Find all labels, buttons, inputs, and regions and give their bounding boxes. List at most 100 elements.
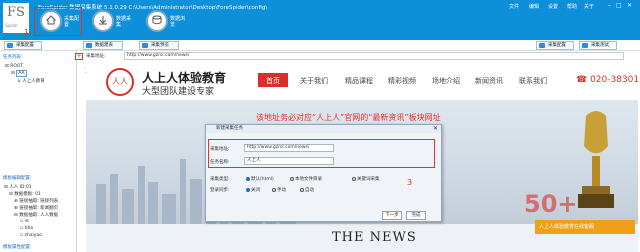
login-off-radio[interactable]: 关闭 (246, 187, 260, 193)
annotation-1: 1 (24, 28, 30, 37)
template-item[interactable]: ⊟ 数据模板: 01 (9, 191, 41, 197)
online-service-toast[interactable]: 人上人体验教育在线客服 (535, 220, 635, 234)
toolbar-preview-label: 采集预览 (151, 43, 169, 48)
template-item[interactable]: ▫ zhaiyao (20, 233, 42, 238)
type-default-radio[interactable]: 默认(html) (246, 176, 274, 182)
nav-venue[interactable]: 场地介绍 (432, 76, 460, 86)
menu-about[interactable]: 关于 (584, 3, 594, 10)
template-item-label: 人人 ID:01 (9, 185, 32, 190)
tree-item-aa[interactable]: ⊟ AA (11, 70, 27, 77)
tree-aa-label: AA (16, 70, 27, 77)
tree-root-label: ROOT (10, 64, 24, 69)
table-icon (86, 43, 92, 48)
radio-dot (300, 187, 304, 192)
radio-dot (290, 176, 294, 181)
menu-file[interactable]: 文件 (509, 3, 519, 10)
nav-contact[interactable]: 联系我们 (519, 76, 547, 86)
task-list-title: 任务列表: (3, 55, 23, 60)
browse-button[interactable] (146, 10, 168, 32)
radio-dot (352, 176, 356, 181)
site-phone: ☎ 020-38301071 (576, 75, 638, 85)
next-button[interactable]: 下一步 (382, 211, 402, 220)
toolbar-test-label: 采集测试 (591, 43, 609, 48)
template-item[interactable]: ⊟ 人人 ID:01 (4, 184, 32, 190)
toolbar: 采集配置 数据建表 采集预览 采集配置 采集测试 (0, 40, 640, 51)
data-icon (152, 15, 162, 25)
template-item[interactable]: ▫ id (20, 219, 29, 224)
title-bar: FS Spider ForeSpider 数据采集系统 5.1.0.29 C:\… (0, 0, 640, 40)
login-manual-label: 手动 (277, 188, 286, 193)
address-label: 采集地址: (86, 54, 106, 59)
browse-label[interactable]: 数据浏览 (170, 16, 186, 28)
config-icon (7, 43, 13, 48)
template-item-label: 数据模板: 01 (14, 192, 41, 197)
address-input[interactable]: http://www.gzrsr.com/news/ (124, 52, 624, 60)
finish-button[interactable]: 完成 (406, 211, 426, 220)
toolbar-config-label: 采集配置 (16, 43, 34, 48)
toolbar-right-config-label: 采集配置 (548, 43, 566, 48)
nav-news[interactable]: 新闻资讯 (475, 76, 503, 86)
minimize-icon[interactable]: – (608, 2, 611, 9)
type-keyword-radio[interactable]: 关键词采集 (352, 176, 380, 182)
template-title: 模板编辑配置: (3, 176, 32, 181)
nav-courses[interactable]: 精品课程 (345, 76, 373, 86)
test-icon (582, 43, 588, 48)
highlight-box-1 (34, 7, 82, 36)
tree-root[interactable]: ⊟ ROOT (5, 64, 23, 69)
close-icon[interactable]: ✕ (627, 2, 632, 9)
collect-label[interactable]: 数据采集 (116, 16, 132, 28)
site-logo: 人人 (106, 68, 134, 96)
template-item-label: 数据抽取: 人人数据 (19, 213, 59, 218)
preview-icon (142, 43, 148, 48)
config-icon (539, 43, 545, 48)
template-item[interactable]: ⊟ 数据抽取: 人人数据 (14, 212, 58, 218)
radio-dot (272, 187, 276, 192)
template-item[interactable]: ▫ title (20, 226, 33, 231)
site-subtitle: 大型团队建设专家 (142, 87, 215, 97)
highlight-box-3 (208, 139, 435, 168)
template-item[interactable]: ⊕ 链接抽取: 链接列表 (14, 198, 58, 204)
maximize-icon[interactable]: □ (616, 2, 622, 9)
dialog-title: 新建采集任务 (206, 125, 441, 133)
site-header: 人人 人上人体验教育 大型团队建设专家 首页 关于我们 精品课程 精彩视频 场地… (86, 62, 638, 100)
tree-item-rsr[interactable]: ↳ 人上人教育 (17, 78, 45, 84)
left-panel: 任务列表: ⊟ ROOT ⊟ AA ↳ 人上人教育 模板编辑配置: ⊟ 人人 I… (0, 51, 77, 252)
toolbar-right-config-button[interactable]: 采集配置 (536, 41, 574, 50)
menu-help[interactable]: 帮助 (567, 3, 577, 10)
toolbar-table-button[interactable]: 数据建表 (83, 41, 123, 50)
type-local-label: 本地文件目录 (295, 177, 322, 182)
template-item-label: zhaiyao (24, 233, 42, 238)
login-auto-radio[interactable]: 自动 (300, 187, 314, 193)
nav-about[interactable]: 关于我们 (300, 76, 328, 86)
menu-settings[interactable]: 设置 (548, 3, 558, 10)
radio-dot (246, 176, 250, 181)
logo-text: FS (7, 5, 25, 20)
type-local-radio[interactable]: 本地文件目录 (290, 176, 322, 182)
logo-subtext: Spider (5, 23, 18, 28)
template-item[interactable]: ⊕ 链接抽取: 新闻翻页 (14, 205, 58, 211)
radio-dot (246, 187, 250, 192)
login-manual-radio[interactable]: 手动 (272, 187, 286, 193)
toolbar-table-label: 数据建表 (95, 43, 113, 48)
add-task-button[interactable]: + (75, 53, 83, 60)
dialog-login-label: 登录同步: (210, 188, 230, 193)
toolbar-config-button[interactable]: 采集配置 (4, 41, 42, 50)
toolbar-preview-button[interactable]: 采集预览 (139, 41, 179, 50)
annotation-3: 3 (407, 178, 413, 187)
login-off-label: 关闭 (251, 188, 260, 193)
menu-edit[interactable]: 编辑 (529, 3, 539, 10)
site-phone-number: 020-38301071 (590, 75, 638, 85)
type-default-label: 默认(html) (251, 177, 274, 182)
template-item-label: title (24, 226, 34, 231)
nav-home[interactable]: 首页 (266, 76, 280, 86)
dialog-type-label: 采集类型: (210, 177, 230, 182)
download-icon (99, 16, 107, 25)
collect-button[interactable] (92, 10, 114, 32)
toolbar-test-button[interactable]: 采集测试 (579, 41, 617, 50)
template-item-label: 链接抽取: 新闻翻页 (19, 206, 59, 211)
news-heading: THE NEWS (332, 230, 417, 245)
nav-videos[interactable]: 精彩视频 (388, 76, 416, 86)
dialog-close-icon[interactable]: ✕ (433, 125, 438, 132)
template-item-label: 链接抽取: 链接列表 (19, 199, 59, 204)
trophy-image (578, 111, 614, 208)
